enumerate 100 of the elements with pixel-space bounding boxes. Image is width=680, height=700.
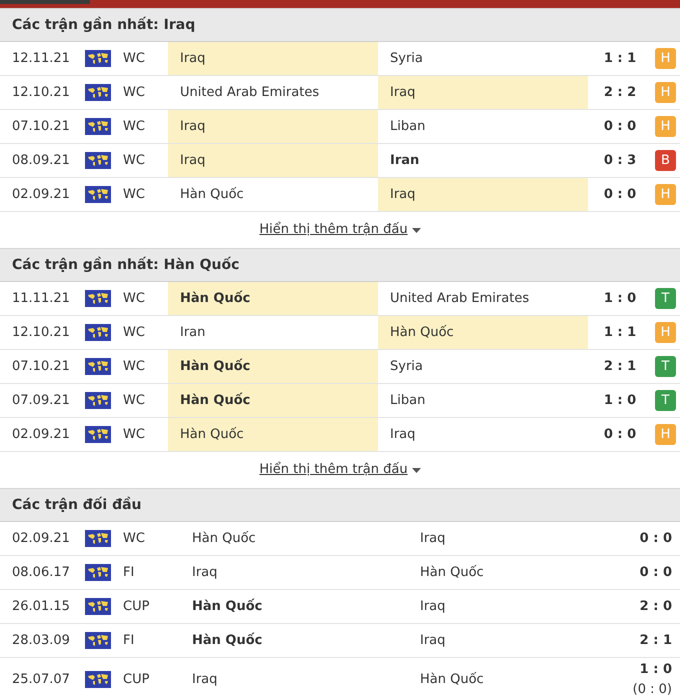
team-name: Hàn Quốc: [179, 186, 245, 204]
team-name: Iraq: [168, 42, 378, 75]
score: 1 : 0: [640, 661, 672, 679]
score: 0 : 0: [602, 118, 638, 136]
world-map-icon: [85, 598, 111, 615]
team-name: Iraq: [191, 564, 218, 582]
score: 1 : 1: [602, 324, 638, 342]
team-name: Liban: [389, 392, 426, 410]
score: 2 : 0: [638, 598, 673, 616]
competition: WC: [123, 152, 146, 170]
team-name: Iraq: [168, 144, 378, 177]
world-map-icon: [85, 358, 111, 375]
world-map-icon: [85, 632, 111, 649]
match-date: 28.03.09: [11, 632, 71, 650]
score: 0 : 0: [602, 426, 638, 444]
show-more-link[interactable]: Hiển thị thêm trận đấu: [259, 460, 421, 480]
team-name: Iraq: [191, 670, 218, 689]
competition: WC: [123, 426, 146, 444]
competition: WC: [123, 392, 146, 410]
match-date: 02.09.21: [11, 530, 71, 548]
team-name: Hàn Quốc: [378, 316, 588, 349]
team-name: Hàn Quốc: [419, 564, 485, 582]
competition: CUP: [123, 598, 150, 616]
caret-down-icon: [412, 228, 421, 232]
result-badge: H: [655, 48, 676, 69]
match-date: 11.11.21: [11, 290, 71, 308]
result-badge: H: [655, 116, 676, 137]
competition: WC: [123, 290, 146, 308]
team-name: Iraq: [419, 530, 446, 548]
match-date: 12.11.21: [11, 50, 71, 68]
result-badge: T: [655, 390, 676, 411]
team-name: Hàn Quốc: [168, 282, 378, 315]
team-name: Liban: [389, 118, 426, 136]
result-badge: H: [655, 322, 676, 343]
score: 0 : 0: [602, 186, 638, 204]
world-map-icon: [85, 426, 111, 443]
team-name: Hàn Quốc: [168, 384, 378, 417]
world-map-icon: [85, 290, 111, 307]
team-name: Iran: [179, 324, 206, 342]
result-badge: B: [655, 150, 676, 171]
team-name: Hàn Quốc: [168, 418, 378, 451]
competition: WC: [123, 358, 146, 376]
score: 1 : 1: [602, 50, 638, 68]
match-date: 02.09.21: [11, 426, 71, 444]
section-header: Các trận gần nhất: Hàn Quốc: [0, 248, 680, 282]
team-name: Hàn Quốc: [191, 598, 264, 616]
world-map-icon: [85, 530, 111, 547]
competition: WC: [123, 50, 146, 68]
show-more-link[interactable]: Hiển thị thêm trận đấu: [259, 220, 421, 240]
score: 2 : 1: [602, 358, 638, 376]
world-map-icon: [85, 324, 111, 341]
match-date: 07.10.21: [11, 358, 71, 376]
score-note: (0 : 0): [632, 680, 672, 698]
team-name: Iraq: [389, 426, 416, 444]
world-map-icon: [85, 564, 111, 581]
team-name: Hàn Quốc: [191, 632, 264, 650]
match-date: 08.06.17: [11, 564, 71, 582]
result-badge: H: [655, 424, 676, 445]
match-date: 07.10.21: [11, 118, 71, 136]
match-date: 12.10.21: [11, 84, 71, 102]
team-name: Iraq: [419, 632, 446, 650]
score: 0 : 0: [638, 530, 673, 548]
team-name: Iraq: [378, 76, 588, 109]
team-name: United Arab Emirates: [389, 290, 530, 308]
match-date: 26.01.15: [11, 598, 71, 616]
competition: WC: [123, 118, 146, 136]
result-badge: H: [655, 82, 676, 103]
match-date: 08.09.21: [11, 152, 71, 170]
world-map-icon: [85, 50, 111, 67]
result-badge: H: [655, 184, 676, 205]
team-name: Iraq: [378, 178, 588, 211]
team-name: Iraq: [168, 110, 378, 143]
competition: CUP: [123, 670, 150, 689]
match-date: 02.09.21: [11, 186, 71, 204]
result-badge: T: [655, 288, 676, 309]
score: 1 : 0: [602, 290, 638, 308]
team-name: Syria: [389, 50, 424, 68]
team-name: Iran: [389, 152, 420, 170]
team-name: Syria: [389, 358, 424, 376]
match-date: 07.09.21: [11, 392, 71, 410]
competition: WC: [123, 186, 146, 204]
score: 2 : 1: [638, 632, 673, 650]
competition: WC: [123, 84, 146, 102]
match-date: 12.10.21: [11, 324, 71, 342]
team-name: Hàn Quốc: [419, 670, 485, 689]
competition: FI: [123, 632, 136, 650]
score: 1 : 0: [602, 392, 638, 410]
world-map-icon: [85, 392, 111, 409]
world-map-icon: [85, 186, 111, 203]
team-name: Iraq: [419, 598, 446, 616]
score: 0 : 3: [602, 152, 638, 170]
team-name: Hàn Quốc: [191, 530, 257, 548]
world-map-icon: [85, 152, 111, 169]
world-map-icon: [85, 118, 111, 135]
nav-tab[interactable]: [0, 0, 90, 4]
score: 0 : 0: [638, 564, 673, 582]
score: 2 : 2: [602, 84, 638, 102]
section-header: Các trận gần nhất: Iraq: [0, 8, 680, 42]
section-header: Các trận đối đầu: [0, 488, 680, 522]
team-name: Hàn Quốc: [168, 350, 378, 383]
